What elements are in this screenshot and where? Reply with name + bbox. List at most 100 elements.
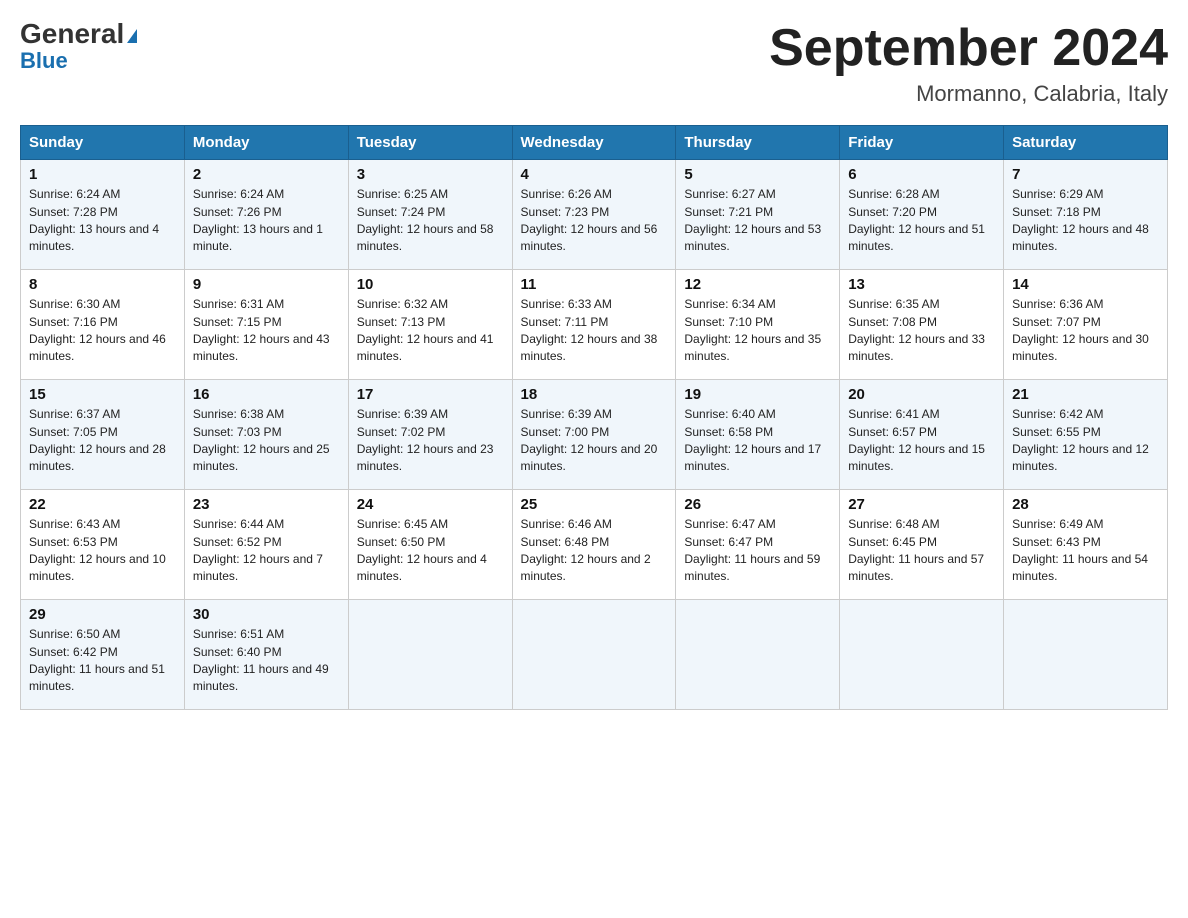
calendar-cell: 16 Sunrise: 6:38 AMSunset: 7:03 PMDayligh… xyxy=(184,380,348,490)
day-info: Sunrise: 6:28 AMSunset: 7:20 PMDaylight:… xyxy=(848,186,995,256)
calendar-cell: 3 Sunrise: 6:25 AMSunset: 7:24 PMDaylight… xyxy=(348,160,512,270)
calendar-cell: 18 Sunrise: 6:39 AMSunset: 7:00 PMDayligh… xyxy=(512,380,676,490)
day-info: Sunrise: 6:38 AMSunset: 7:03 PMDaylight:… xyxy=(193,406,340,476)
calendar-cell: 28Sunrise: 6:49 AMSunset: 6:43 PMDayligh… xyxy=(1004,490,1168,600)
calendar-header-friday: Friday xyxy=(840,126,1004,160)
calendar-cell xyxy=(1004,600,1168,710)
day-number: 12 xyxy=(684,276,831,293)
day-info: Sunrise: 6:51 AMSunset: 6:40 PMDaylight:… xyxy=(193,626,340,696)
day-number: 2 xyxy=(193,166,340,183)
logo-general: General xyxy=(20,20,137,48)
day-number: 20 xyxy=(848,386,995,403)
day-number: 9 xyxy=(193,276,340,293)
day-number: 11 xyxy=(521,276,668,293)
day-number: 14 xyxy=(1012,276,1159,293)
calendar-cell: 29Sunrise: 6:50 AMSunset: 6:42 PMDayligh… xyxy=(21,600,185,710)
calendar-header-sunday: Sunday xyxy=(21,126,185,160)
calendar-cell: 24 Sunrise: 6:45 AMSunset: 6:50 PMDayligh… xyxy=(348,490,512,600)
day-info: Sunrise: 6:32 AMSunset: 7:13 PMDaylight:… xyxy=(357,296,504,366)
calendar-cell: 12 Sunrise: 6:34 AMSunset: 7:10 PMDayligh… xyxy=(676,270,840,380)
day-info: Sunrise: 6:37 AMSunset: 7:05 PMDaylight:… xyxy=(29,406,176,476)
day-info: Sunrise: 6:34 AMSunset: 7:10 PMDaylight:… xyxy=(684,296,831,366)
calendar-cell: 9Sunrise: 6:31 AMSunset: 7:15 PMDaylight… xyxy=(184,270,348,380)
calendar-cell: 11 Sunrise: 6:33 AMSunset: 7:11 PMDayligh… xyxy=(512,270,676,380)
calendar-cell: 22 Sunrise: 6:43 AMSunset: 6:53 PMDayligh… xyxy=(21,490,185,600)
calendar-table: SundayMondayTuesdayWednesdayThursdayFrid… xyxy=(20,125,1168,710)
logo-triangle-icon xyxy=(127,29,137,43)
month-title: September 2024 xyxy=(769,20,1168,77)
calendar-header-row: SundayMondayTuesdayWednesdayThursdayFrid… xyxy=(21,126,1168,160)
calendar-cell: 5Sunrise: 6:27 AMSunset: 7:21 PMDaylight… xyxy=(676,160,840,270)
calendar-week-row: 8 Sunrise: 6:30 AMSunset: 7:16 PMDaylight… xyxy=(21,270,1168,380)
calendar-header-saturday: Saturday xyxy=(1004,126,1168,160)
day-number: 6 xyxy=(848,166,995,183)
day-number: 26 xyxy=(684,496,831,513)
calendar-cell: 20 Sunrise: 6:41 AMSunset: 6:57 PMDayligh… xyxy=(840,380,1004,490)
day-info: Sunrise: 6:43 AMSunset: 6:53 PMDaylight:… xyxy=(29,516,176,586)
day-number: 16 xyxy=(193,386,340,403)
day-number: 24 xyxy=(357,496,504,513)
day-info: Sunrise: 6:47 AMSunset: 6:47 PMDaylight:… xyxy=(684,516,831,586)
day-number: 18 xyxy=(521,386,668,403)
day-info: Sunrise: 6:45 AMSunset: 6:50 PMDaylight:… xyxy=(357,516,504,586)
day-info: Sunrise: 6:50 AMSunset: 6:42 PMDaylight:… xyxy=(29,626,176,696)
logo-blue: Blue xyxy=(20,50,68,72)
calendar-cell: 10 Sunrise: 6:32 AMSunset: 7:13 PMDayligh… xyxy=(348,270,512,380)
calendar-week-row: 22 Sunrise: 6:43 AMSunset: 6:53 PMDayligh… xyxy=(21,490,1168,600)
day-info: Sunrise: 6:40 AMSunset: 6:58 PMDaylight:… xyxy=(684,406,831,476)
day-info: Sunrise: 6:36 AMSunset: 7:07 PMDaylight:… xyxy=(1012,296,1159,366)
logo: General Blue xyxy=(20,20,137,72)
page-header: General Blue September 2024 Mormanno, Ca… xyxy=(20,20,1168,107)
day-number: 3 xyxy=(357,166,504,183)
day-number: 1 xyxy=(29,166,176,183)
day-number: 5 xyxy=(684,166,831,183)
calendar-cell xyxy=(676,600,840,710)
calendar-cell: 1Sunrise: 6:24 AMSunset: 7:28 PMDaylight… xyxy=(21,160,185,270)
calendar-cell: 2Sunrise: 6:24 AMSunset: 7:26 PMDaylight… xyxy=(184,160,348,270)
day-info: Sunrise: 6:44 AMSunset: 6:52 PMDaylight:… xyxy=(193,516,340,586)
calendar-header-monday: Monday xyxy=(184,126,348,160)
calendar-header-wednesday: Wednesday xyxy=(512,126,676,160)
location: Mormanno, Calabria, Italy xyxy=(769,81,1168,107)
day-number: 27 xyxy=(848,496,995,513)
calendar-cell: 27Sunrise: 6:48 AMSunset: 6:45 PMDayligh… xyxy=(840,490,1004,600)
day-info: Sunrise: 6:42 AMSunset: 6:55 PMDaylight:… xyxy=(1012,406,1159,476)
calendar-cell: 25Sunrise: 6:46 AMSunset: 6:48 PMDayligh… xyxy=(512,490,676,600)
day-info: Sunrise: 6:39 AMSunset: 7:02 PMDaylight:… xyxy=(357,406,504,476)
day-info: Sunrise: 6:49 AMSunset: 6:43 PMDaylight:… xyxy=(1012,516,1159,586)
day-number: 21 xyxy=(1012,386,1159,403)
day-number: 19 xyxy=(684,386,831,403)
calendar-week-row: 15 Sunrise: 6:37 AMSunset: 7:05 PMDayligh… xyxy=(21,380,1168,490)
day-info: Sunrise: 6:35 AMSunset: 7:08 PMDaylight:… xyxy=(848,296,995,366)
calendar-week-row: 29Sunrise: 6:50 AMSunset: 6:42 PMDayligh… xyxy=(21,600,1168,710)
day-info: Sunrise: 6:25 AMSunset: 7:24 PMDaylight:… xyxy=(357,186,504,256)
title-block: September 2024 Mormanno, Calabria, Italy xyxy=(769,20,1168,107)
day-number: 22 xyxy=(29,496,176,513)
calendar-cell xyxy=(512,600,676,710)
day-info: Sunrise: 6:41 AMSunset: 6:57 PMDaylight:… xyxy=(848,406,995,476)
day-number: 13 xyxy=(848,276,995,293)
calendar-cell: 15 Sunrise: 6:37 AMSunset: 7:05 PMDayligh… xyxy=(21,380,185,490)
calendar-cell: 30Sunrise: 6:51 AMSunset: 6:40 PMDayligh… xyxy=(184,600,348,710)
calendar-cell: 26 Sunrise: 6:47 AMSunset: 6:47 PMDayligh… xyxy=(676,490,840,600)
day-info: Sunrise: 6:33 AMSunset: 7:11 PMDaylight:… xyxy=(521,296,668,366)
calendar-cell xyxy=(348,600,512,710)
day-number: 23 xyxy=(193,496,340,513)
day-number: 15 xyxy=(29,386,176,403)
calendar-cell: 23 Sunrise: 6:44 AMSunset: 6:52 PMDayligh… xyxy=(184,490,348,600)
day-number: 8 xyxy=(29,276,176,293)
day-info: Sunrise: 6:26 AMSunset: 7:23 PMDaylight:… xyxy=(521,186,668,256)
calendar-cell: 7Sunrise: 6:29 AMSunset: 7:18 PMDaylight… xyxy=(1004,160,1168,270)
day-info: Sunrise: 6:39 AMSunset: 7:00 PMDaylight:… xyxy=(521,406,668,476)
calendar-cell: 4Sunrise: 6:26 AMSunset: 7:23 PMDaylight… xyxy=(512,160,676,270)
calendar-cell xyxy=(840,600,1004,710)
day-number: 25 xyxy=(521,496,668,513)
calendar-cell: 14 Sunrise: 6:36 AMSunset: 7:07 PMDayligh… xyxy=(1004,270,1168,380)
day-info: Sunrise: 6:30 AMSunset: 7:16 PMDaylight:… xyxy=(29,296,176,366)
calendar-cell: 17 Sunrise: 6:39 AMSunset: 7:02 PMDayligh… xyxy=(348,380,512,490)
day-number: 17 xyxy=(357,386,504,403)
day-number: 10 xyxy=(357,276,504,293)
day-info: Sunrise: 6:29 AMSunset: 7:18 PMDaylight:… xyxy=(1012,186,1159,256)
calendar-cell: 13 Sunrise: 6:35 AMSunset: 7:08 PMDayligh… xyxy=(840,270,1004,380)
calendar-week-row: 1Sunrise: 6:24 AMSunset: 7:28 PMDaylight… xyxy=(21,160,1168,270)
